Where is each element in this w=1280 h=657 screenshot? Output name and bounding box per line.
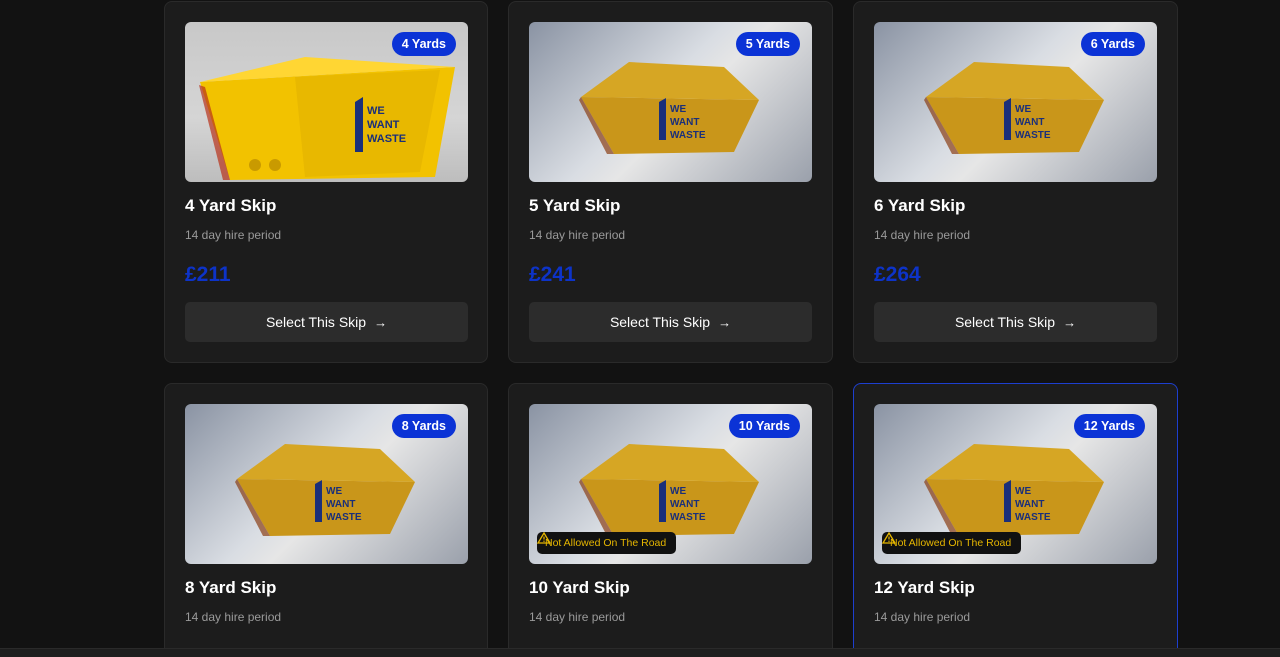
warning-icon (882, 532, 896, 544)
size-badge: 6 Yards (1080, 32, 1145, 56)
hire-period: 14 day hire period (874, 610, 971, 624)
arrow-right-icon: → (374, 314, 388, 330)
skip-image: WE WANT WASTE 10 Yards Not Allowed On Th… (529, 404, 812, 564)
logo-line: WANT (367, 119, 400, 131)
skip-title: 6 Yard Skip (874, 196, 966, 215)
logo-line: WASTE (670, 512, 706, 523)
logo-line: WASTE (326, 512, 362, 523)
size-badge: 10 Yards (728, 414, 800, 438)
skip-card-6-yard[interactable]: WE WANT WASTE 6 Yards 6 Yard Skip 14 day… (853, 1, 1178, 363)
skip-title: 12 Yard Skip (874, 578, 975, 597)
logo-line: WASTE (670, 130, 706, 141)
warning-icon (537, 532, 551, 544)
select-skip-button[interactable]: Select This Skip → (874, 302, 1157, 342)
select-skip-button[interactable]: Select This Skip → (185, 302, 468, 342)
skip-image: WE WANT WASTE 12 Yards Not Allowed On Th… (874, 404, 1157, 564)
size-badge: 4 Yards (391, 32, 456, 56)
hire-period: 14 day hire period (185, 610, 282, 624)
bottom-bar (0, 648, 1280, 657)
hire-period: 14 day hire period (529, 610, 626, 624)
logo-line: WANT (670, 499, 699, 510)
skip-image: WE WANT WASTE 6 Yards (874, 22, 1157, 182)
select-skip-label: Select This Skip (265, 314, 367, 330)
logo-line: WASTE (1015, 130, 1051, 141)
skip-card-10-yard[interactable]: WE WANT WASTE 10 Yards Not Allowed On Th… (508, 383, 833, 657)
logo-line: WANT (1015, 499, 1044, 510)
logo-line: WANT (670, 117, 699, 128)
select-skip-label: Select This Skip (609, 314, 711, 330)
logo-line: WE (670, 104, 686, 115)
arrow-right-icon: → (1063, 314, 1077, 330)
skip-image: WE WANT WASTE 8 Yards (185, 404, 468, 564)
logo-line: WE (1015, 486, 1031, 497)
skip-card-4-yard[interactable]: WE WANT WASTE 4 Yards 4 Yard Skip 14 day… (164, 1, 488, 363)
logo-line: WASTE (367, 133, 406, 145)
arrow-right-icon: → (718, 314, 732, 330)
skip-image: WE WANT WASTE 4 Yards (185, 22, 468, 182)
skip-selection-page: WE WANT WASTE 4 Yards 4 Yard Skip 14 day… (0, 0, 1280, 657)
size-badge: 5 Yards (735, 32, 800, 56)
select-skip-button[interactable]: Select This Skip → (529, 302, 812, 342)
logo-line: WE (1015, 104, 1031, 115)
logo-line: WE (367, 105, 385, 117)
road-warning-badge: Not Allowed On The Road (882, 532, 1022, 554)
skip-grid: WE WANT WASTE 4 Yards 4 Yard Skip 14 day… (164, 1, 1178, 657)
skip-title: 5 Yard Skip (529, 196, 621, 215)
skip-card-5-yard[interactable]: WE WANT WASTE 5 Yards 5 Yard Skip 14 day… (508, 1, 833, 363)
skip-title: 4 Yard Skip (185, 196, 277, 215)
logo-line: WANT (326, 499, 355, 510)
skip-image: WE WANT WASTE 5 Yards (529, 22, 812, 182)
skip-title: 10 Yard Skip (529, 578, 630, 597)
select-skip-label: Select This Skip (954, 314, 1056, 330)
logo-line: WE (326, 486, 342, 497)
road-warning-badge: Not Allowed On The Road (537, 532, 677, 554)
size-badge: 12 Yards (1073, 414, 1145, 438)
hire-period: 14 day hire period (185, 228, 282, 242)
logo-line: WANT (1015, 117, 1044, 128)
logo-line: WE (670, 486, 686, 497)
skip-card-12-yard[interactable]: WE WANT WASTE 12 Yards Not Allowed On Th… (853, 383, 1178, 657)
warning-text: Not Allowed On The Road (890, 537, 1012, 549)
skip-card-8-yard[interactable]: WE WANT WASTE 8 Yards 8 Yard Skip 14 day… (164, 383, 488, 657)
hire-period: 14 day hire period (874, 228, 971, 242)
hire-period: 14 day hire period (529, 228, 626, 242)
skip-price: £241 (529, 263, 576, 286)
skip-title: 8 Yard Skip (185, 578, 277, 597)
logo-line: WASTE (1015, 512, 1051, 523)
skip-price: £211 (185, 263, 231, 286)
skip-price: £264 (874, 263, 921, 286)
warning-text: Not Allowed On The Road (545, 537, 667, 549)
size-badge: 8 Yards (391, 414, 456, 438)
